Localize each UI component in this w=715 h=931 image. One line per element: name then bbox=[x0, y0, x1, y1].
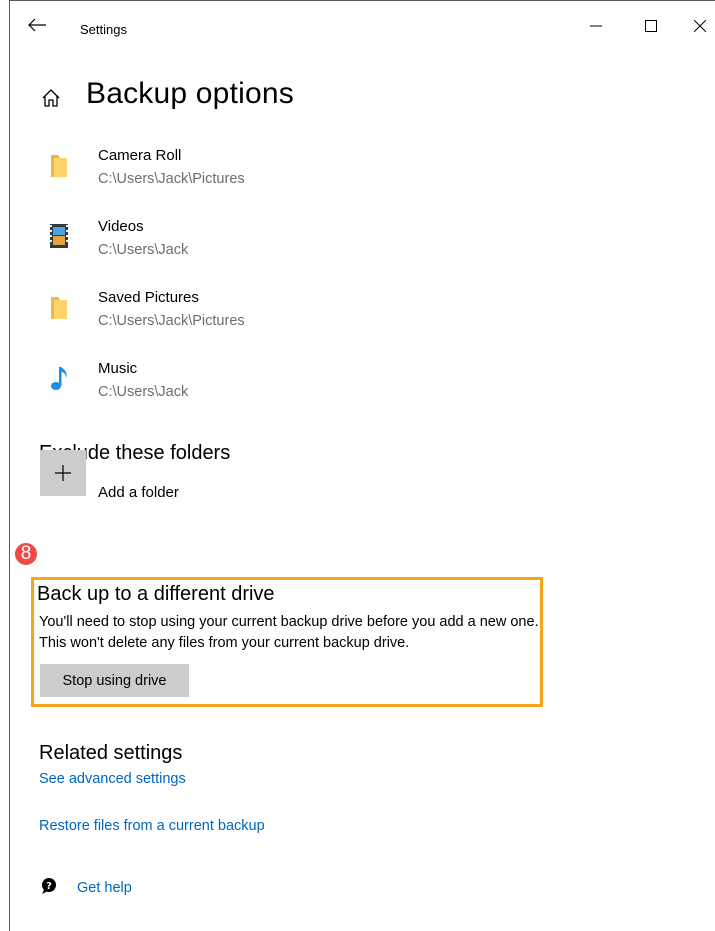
close-icon bbox=[694, 20, 706, 32]
arrow-left-icon bbox=[28, 18, 46, 32]
svg-text:?: ? bbox=[46, 881, 52, 892]
window-title: Settings bbox=[80, 22, 127, 37]
folder-name: Camera Roll bbox=[98, 147, 182, 164]
music-note-icon bbox=[51, 367, 67, 390]
get-help-link[interactable]: Get help bbox=[77, 880, 132, 896]
settings-window: Settings Backup options Camera Roll C:\U… bbox=[9, 0, 715, 931]
step-badge: 8 bbox=[13, 541, 39, 567]
videos-icon bbox=[50, 224, 68, 248]
folder-icon bbox=[51, 297, 67, 319]
folder-path: C:\Users\Jack\Pictures bbox=[98, 171, 245, 187]
folder-path: C:\Users\Jack bbox=[98, 384, 189, 400]
folder-name: Music bbox=[98, 360, 138, 377]
restore-files-link[interactable]: Restore files from a current backup bbox=[39, 818, 265, 834]
related-settings-title: Related settings bbox=[39, 742, 183, 764]
home-icon bbox=[42, 89, 60, 107]
folder-name: Videos bbox=[98, 218, 144, 235]
folder-name: Saved Pictures bbox=[98, 289, 199, 306]
page-title: Backup options bbox=[86, 77, 294, 110]
back-button[interactable] bbox=[26, 15, 48, 35]
folder-path: C:\Users\Jack bbox=[98, 242, 189, 258]
plus-icon bbox=[55, 465, 71, 481]
stop-using-drive-button[interactable]: Stop using drive bbox=[40, 664, 189, 697]
see-advanced-settings-link[interactable]: See advanced settings bbox=[39, 771, 186, 787]
different-drive-description: You'll need to stop using your current b… bbox=[39, 614, 539, 651]
title-bar: Settings bbox=[10, 1, 715, 41]
add-folder-label[interactable]: Add a folder bbox=[98, 484, 179, 501]
help-chat-icon: ? bbox=[42, 878, 56, 894]
page-header: Backup options bbox=[40, 77, 294, 111]
folder-path: C:\Users\Jack\Pictures bbox=[98, 313, 245, 329]
close-button[interactable] bbox=[691, 17, 709, 35]
maximize-icon bbox=[645, 20, 657, 32]
add-folder-button[interactable] bbox=[40, 450, 86, 496]
minimize-button[interactable] bbox=[587, 17, 605, 35]
minimize-icon bbox=[590, 25, 602, 27]
maximize-button[interactable] bbox=[642, 17, 660, 35]
folder-icon bbox=[51, 155, 67, 177]
different-drive-title: Back up to a different drive bbox=[37, 583, 275, 605]
